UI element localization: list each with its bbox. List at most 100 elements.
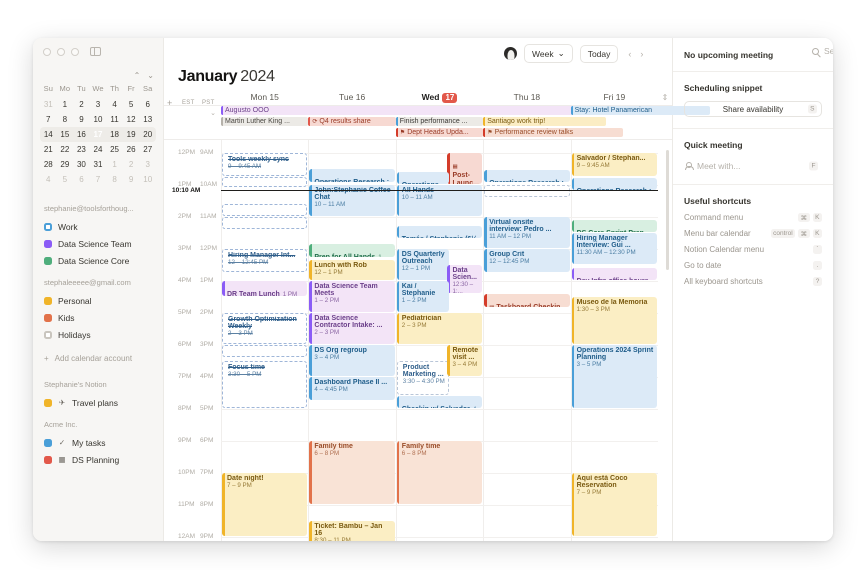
mini-day[interactable]: 9 — [123, 172, 140, 187]
calendar-event[interactable]: Tomás / Stephanie (6½ — [396, 226, 483, 239]
mini-day[interactable]: 25 — [106, 142, 123, 157]
mini-day[interactable]: 27 — [139, 142, 156, 157]
shortcut-row[interactable]: All keyboard shortcuts? — [684, 277, 822, 286]
mini-day[interactable]: 4 — [40, 172, 57, 187]
calendar-color-swatch[interactable] — [44, 398, 52, 407]
all-day-event[interactable]: Martin Luther King ... — [221, 117, 309, 126]
mini-day[interactable]: 4 — [106, 97, 123, 112]
calendar-event[interactable]: Virtual onsite interview: Pedro ... 11 AM… — [484, 216, 570, 248]
mini-day[interactable]: 7 — [40, 112, 57, 127]
mini-day-today[interactable]: 17 — [90, 127, 107, 142]
mini-day[interactable]: 8 — [106, 172, 123, 187]
vertical-scrollbar[interactable] — [666, 150, 669, 270]
mini-day[interactable]: 15 — [57, 127, 74, 142]
calendar-event[interactable]: DS Core Sprint Prep — [571, 220, 657, 232]
mini-day[interactable]: 2 — [73, 97, 90, 112]
calendar-event[interactable]: Operations Research : — [571, 178, 657, 191]
calendar-color-swatch[interactable] — [44, 330, 52, 339]
calendar-event[interactable]: Data Science Team Meets 1 – 2 PM — [309, 280, 395, 312]
calendar-event[interactable]: Aquí está Coco Reservation 7 – 9 PM — [571, 472, 657, 536]
mini-day[interactable]: 18 — [106, 127, 123, 142]
shortcut-row[interactable]: Menu bar calendar control ⌘ K — [684, 229, 822, 238]
calendar-event[interactable]: DS Quarterly Outreach 12 – 1 PM — [396, 248, 449, 280]
mini-day[interactable]: 21 — [40, 142, 57, 157]
day-header-thu[interactable]: Thu 18 — [483, 92, 570, 103]
today-button[interactable]: Today — [579, 44, 619, 63]
calendar-event[interactable]: Kai / Stephanie 1 – 2 PM — [396, 280, 449, 312]
view-selector-button[interactable]: Week ⌄ — [524, 44, 573, 63]
all-day-event[interactable]: Santiago work trip! — [483, 117, 606, 126]
mini-day[interactable]: 20 — [139, 127, 156, 142]
calendar-item-personal[interactable]: Personal — [44, 292, 152, 309]
calendar-color-swatch[interactable] — [44, 239, 52, 248]
mini-day[interactable]: 7 — [90, 172, 107, 187]
mini-day[interactable]: 30 — [73, 157, 90, 172]
all-day-event[interactable]: ⚑ Dept Heads Upda... — [395, 128, 484, 137]
mini-day[interactable]: 16 — [73, 127, 90, 142]
mini-day[interactable]: 3 — [90, 97, 107, 112]
zoom-icon[interactable] — [71, 47, 79, 56]
calendar-color-swatch[interactable] — [44, 438, 52, 447]
mini-day[interactable]: 28 — [40, 157, 57, 172]
calendar-item-holidays[interactable]: Holidays — [44, 326, 152, 343]
calendar-event[interactable]: Operations Research : — [484, 170, 570, 183]
calendar-item-data-science-team[interactable]: Data Science Team — [44, 235, 152, 252]
calendar-item-travel-plans[interactable]: ✈ Travel plans — [44, 394, 152, 411]
calendar-item-my-tasks[interactable]: ✓ My tasks — [44, 434, 152, 451]
day-header-mon[interactable]: Mon 15 — [221, 92, 308, 103]
calendar-event[interactable]: DS Org regroup 3 – 4 PM — [309, 344, 395, 376]
share-availability-button[interactable]: Share availability S — [684, 101, 822, 117]
calendar-event[interactable]: Salvador / Stephan... 9 – 9:45 AM — [571, 152, 657, 176]
calendar-color-swatch[interactable] — [44, 455, 52, 464]
calendar-event[interactable]: Tools weekly sync 9 – 9:45 AM — [222, 152, 308, 176]
calendar-event[interactable]: Dev Infra office hours — [571, 268, 657, 280]
mini-day[interactable]: 10 — [90, 112, 107, 127]
mini-day[interactable]: 23 — [73, 142, 90, 157]
add-calendar-account-button[interactable]: + Add calendar account — [33, 343, 163, 363]
shortcut-row[interactable]: Command menu ⌘ K — [684, 213, 822, 222]
mini-day[interactable]: 31 — [40, 97, 57, 112]
calendar-event[interactable]: Debrief: Pedro | Data — [222, 344, 308, 357]
calendar-event[interactable]: ▦Post-Launc...9 – 10 AM — [447, 152, 483, 184]
calendar-item-ds-planning[interactable]: ▦ DS Planning — [44, 451, 152, 468]
calendar-color-swatch[interactable] — [44, 256, 52, 265]
calendar-event[interactable]: Fernando / Stephanie — [222, 204, 308, 216]
mini-day[interactable]: 6 — [139, 97, 156, 112]
day-column[interactable] — [483, 140, 570, 541]
calendar-event[interactable]: Operations 2024 Sprint Planning 3 – 5 PM — [571, 344, 657, 408]
calendar-event[interactable]: Group Crit 12 – 12:45 PM — [484, 248, 570, 272]
calendar-item-kids[interactable]: Kids — [44, 309, 152, 326]
mini-day[interactable]: 2 — [123, 157, 140, 172]
mini-day[interactable]: 6 — [73, 172, 90, 187]
mini-day[interactable]: 12 — [123, 112, 140, 127]
mini-next-icon[interactable]: ⌄ — [147, 72, 154, 80]
search-box[interactable]: Search — [812, 46, 833, 56]
calendar-event[interactable]: Growth Optimization Weekly 2 – 3 PM — [222, 312, 308, 344]
all-day-event[interactable]: ⚑ Performance review talks — [483, 128, 624, 137]
allday-resize-icon[interactable]: ⇕ — [658, 93, 672, 102]
mini-day[interactable]: 31 — [90, 157, 107, 172]
meet-with-input[interactable]: Meet with... F — [684, 159, 822, 173]
calendar-event[interactable]: Family time 6 – 8 PM — [309, 440, 395, 504]
mini-day[interactable]: 5 — [57, 172, 74, 187]
mini-day[interactable]: 24 — [90, 142, 107, 157]
calendar-event[interactable]: Operations — [396, 172, 449, 184]
calendar-event[interactable]: Data Science Contractor Intake: ... 2 – 3… — [309, 312, 395, 344]
calendar-color-swatch[interactable] — [44, 296, 52, 305]
calendar-event[interactable]: Family time 6 – 8 PM — [396, 440, 483, 504]
calendar-event[interactable]: Remote visit ... 3 – 4 PM — [447, 344, 483, 376]
calendar-event[interactable]: Focus time 3:30 – 5 PM — [222, 360, 308, 408]
minimize-icon[interactable] — [57, 47, 65, 56]
calendar-event[interactable]: Product Marketing ... 3:30 – 4:30 PM — [396, 360, 449, 395]
mini-day[interactable]: 9 — [73, 112, 90, 127]
mini-day[interactable]: 1 — [57, 97, 74, 112]
mini-day[interactable]: 22 — [57, 142, 74, 157]
calendar-event[interactable]: Operations Research : — [222, 176, 308, 187]
mini-day[interactable]: 19 — [123, 127, 140, 142]
calendar-event[interactable]: Checkin w/ Salvador4 — [396, 396, 483, 408]
calendar-color-swatch[interactable] — [44, 313, 52, 322]
day-header-fri[interactable]: Fri 19 — [571, 92, 658, 103]
all-day-event[interactable]: Finish performance ... — [395, 117, 484, 126]
mini-day[interactable]: 5 — [123, 97, 140, 112]
calendar-event[interactable]: Lunch with Rob 12 – 1 PM — [309, 260, 395, 280]
